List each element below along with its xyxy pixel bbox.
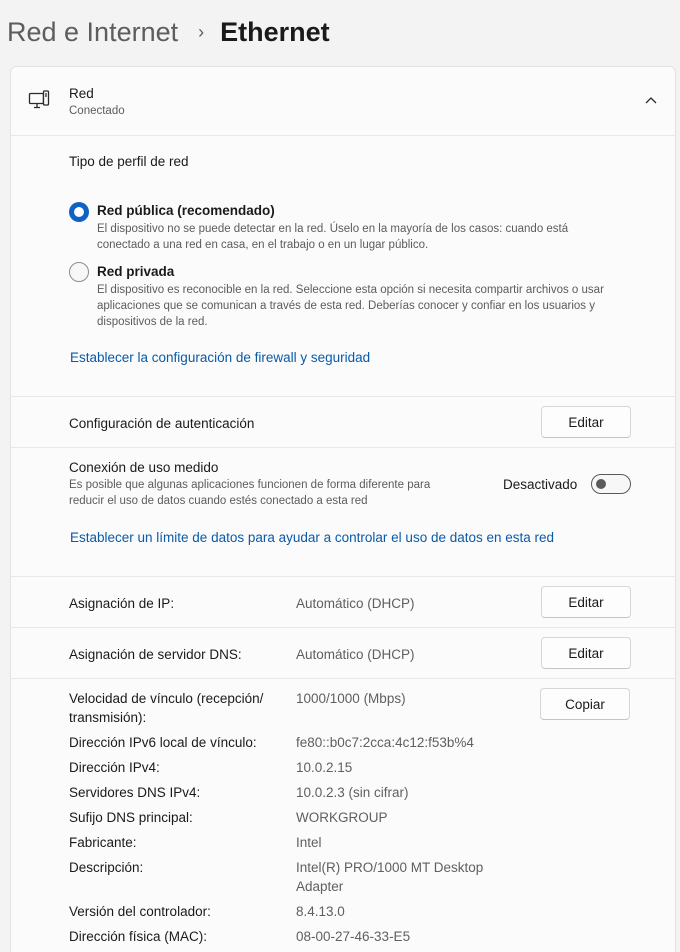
public-network-desc-2: conectado a una red en casa, en el traba… (97, 239, 429, 251)
ip-assignment-value: Automático (DHCP) (296, 596, 415, 611)
private-network-label[interactable]: Red privada (97, 264, 174, 279)
private-network-desc-1: El dispositivo es reconocible en la red.… (97, 284, 604, 296)
ipv6-value: fe80::b0c7:2cca:4c12:f53b%4 (296, 735, 474, 750)
description-value-1: Intel(R) PRO/1000 MT Desktop (296, 860, 484, 875)
dns-servers-value: 10.0.2.3 (sin cifrar) (296, 785, 409, 800)
divider (11, 135, 675, 136)
auth-edit-button[interactable]: Editar (541, 406, 631, 438)
breadcrumb-separator-icon: › (198, 21, 205, 42)
firewall-settings-link[interactable]: Establecer la configuración de firewall … (70, 350, 370, 365)
link-speed-label-2: transmisión): (69, 710, 147, 725)
divider (11, 678, 675, 679)
description-value-2: Adapter (296, 879, 344, 894)
metered-connection-label: Conexión de uso medido (69, 460, 219, 475)
toggle-knob (596, 479, 606, 489)
divider (11, 396, 675, 397)
private-network-desc-3: dispositivos de la red. (97, 316, 208, 328)
metered-connection-state: Desactivado (503, 477, 578, 492)
radio-private-network[interactable] (69, 262, 89, 282)
ip-assignment-label: Asignación de IP: (69, 596, 175, 611)
divider (11, 576, 675, 577)
ip-edit-button[interactable]: Editar (541, 586, 631, 618)
profile-heading: Tipo de perfil de red (69, 154, 189, 169)
metered-connection-desc-2: reducir el uso de datos cuando estés con… (69, 495, 368, 507)
auth-settings-label: Configuración de autenticación (69, 416, 255, 431)
radio-public-network[interactable] (69, 202, 89, 222)
link-speed-label-1: Velocidad de vínculo (recepción/ (69, 691, 264, 706)
divider (11, 627, 675, 628)
data-limit-link[interactable]: Establecer un límite de datos para ayuda… (70, 530, 554, 545)
metered-connection-desc-1: Es posible que algunas aplicaciones func… (69, 479, 431, 491)
public-network-label[interactable]: Red pública (recomendado) (97, 203, 275, 218)
manufacturer-label: Fabricante: (69, 835, 137, 850)
ipv4-value: 10.0.2.15 (296, 760, 353, 775)
description-label: Descripción: (69, 860, 144, 875)
dns-assignment-value: Automático (DHCP) (296, 647, 415, 662)
chevron-up-icon[interactable] (645, 96, 657, 104)
manufacturer-value: Intel (296, 835, 322, 850)
page-title: Ethernet (220, 16, 330, 47)
breadcrumb: Red e Internet › Ethernet (7, 12, 330, 52)
copy-button[interactable]: Copiar (540, 688, 630, 720)
metered-connection-toggle[interactable] (591, 474, 631, 494)
ipv6-label: Dirección IPv6 local de vínculo: (69, 735, 257, 750)
breadcrumb-parent-link[interactable]: Red e Internet (7, 17, 178, 48)
network-status: Conectado (69, 105, 125, 117)
mac-address-value: 08-00-27-46-33-E5 (296, 929, 411, 944)
public-network-desc-1: El dispositivo no se puede detectar en l… (97, 223, 569, 235)
private-network-desc-2: aplicaciones que se comunican a través d… (97, 300, 595, 312)
network-name: Red (69, 86, 94, 101)
dns-suffix-label: Sufijo DNS principal: (69, 810, 193, 825)
driver-version-label: Versión del controlador: (69, 904, 211, 919)
divider (11, 447, 675, 448)
dns-servers-label: Servidores DNS IPv4: (69, 785, 201, 800)
ipv4-label: Dirección IPv4: (69, 760, 160, 775)
dns-edit-button[interactable]: Editar (541, 637, 631, 669)
computer-network-icon (28, 90, 50, 109)
mac-address-label: Dirección física (MAC): (69, 929, 208, 944)
dns-suffix-value: WORKGROUP (296, 810, 388, 825)
network-card: Red Conectado Tipo de perfil de red Red … (10, 66, 676, 952)
driver-version-value: 8.4.13.0 (296, 904, 345, 919)
link-speed-value: 1000/1000 (Mbps) (296, 691, 406, 706)
network-header[interactable]: Red Conectado (11, 67, 677, 135)
dns-assignment-label: Asignación de servidor DNS: (69, 647, 242, 662)
